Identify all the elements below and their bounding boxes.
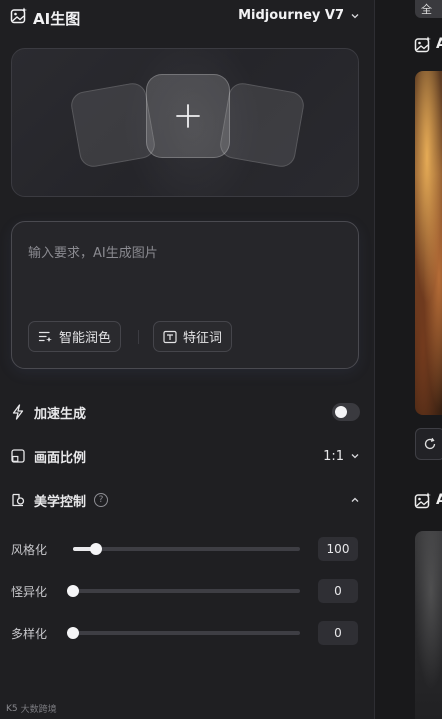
polish-icon [38, 331, 52, 342]
feature-words-button[interactable]: 特征词 [153, 321, 233, 352]
slider-label: 风格化 [11, 543, 48, 557]
image-upload-area[interactable] [11, 48, 359, 197]
panel-header: AI生图 Midjourney V7 [10, 6, 360, 30]
chevron-up-icon [351, 497, 359, 502]
aesthetic-control-label: 美学控制 [34, 494, 87, 510]
aesthetic-control-row[interactable]: 美学控制 ? [10, 489, 360, 511]
toggle-knob [335, 406, 347, 418]
prompt-placeholder: 输入要求，AI生成图片 [28, 246, 158, 261]
chip-divider [138, 330, 139, 344]
speed-up-label: 加速生成 [34, 406, 87, 422]
chevron-down-icon [351, 454, 359, 459]
stylize-slider-row: 风格化 100 [11, 537, 359, 561]
watermark-logo: K5 [6, 703, 18, 714]
image-ai-icon [414, 36, 432, 58]
slider-label: 怪异化 [11, 585, 48, 599]
speed-up-toggle[interactable] [332, 403, 360, 421]
aesthetic-collapse-toggle[interactable] [344, 495, 360, 505]
lightning-icon [12, 404, 24, 420]
prompt-input[interactable]: 输入要求，AI生成图片 智能润色 特征词 [11, 221, 359, 369]
generator-panel: AI生图 Midjourney V7 输入要求，AI生成图片 智能润色 特征词 … [0, 0, 374, 719]
watermark: K5 大数跨境 [6, 702, 57, 716]
generated-image[interactable] [415, 71, 442, 415]
page-title: AI生图 [33, 9, 81, 28]
model-select-value: Midjourney V7 [238, 8, 344, 23]
model-select[interactable]: Midjourney V7 [238, 8, 360, 23]
regenerate-button[interactable] [415, 428, 442, 460]
slider-thumb[interactable] [89, 543, 102, 555]
slider-thumb[interactable] [67, 585, 79, 597]
aspect-ratio-row: 画面比例 1:1 [10, 445, 360, 467]
image-ai-icon [414, 492, 432, 514]
feature-words-label: 特征词 [183, 331, 223, 346]
slider-thumb[interactable] [67, 627, 79, 639]
aspect-ratio-select[interactable]: 1:1 [323, 449, 360, 464]
results-panel: 全 A A [375, 0, 442, 719]
upload-card-left [68, 80, 158, 170]
refresh-icon [424, 437, 436, 450]
slider-track[interactable] [67, 627, 300, 639]
generated-image[interactable] [415, 531, 442, 719]
aspect-ratio-value: 1:1 [323, 448, 344, 464]
result-heading: A [436, 36, 442, 52]
palette-icon [12, 493, 25, 507]
slider-value-input[interactable]: 0 [318, 579, 358, 603]
result-heading: A [436, 492, 442, 508]
filter-button[interactable]: 全 [415, 0, 442, 18]
upload-card-right [217, 80, 307, 170]
slider-value-input[interactable]: 100 [318, 537, 358, 561]
watermark-text: 大数跨境 [20, 705, 57, 715]
smart-polish-button[interactable]: 智能润色 [28, 321, 122, 352]
speed-up-row: 加速生成 [10, 401, 360, 423]
help-icon[interactable]: ? [94, 493, 109, 507]
text-box-icon [163, 330, 177, 343]
slider-track[interactable] [67, 585, 300, 597]
aspect-ratio-icon [11, 449, 25, 463]
chevron-down-icon [351, 13, 359, 18]
slider-track[interactable] [73, 543, 300, 555]
variety-slider-row: 多样化 0 [11, 621, 359, 645]
toggle-track [332, 403, 360, 421]
aspect-ratio-label: 画面比例 [34, 450, 87, 466]
slider-value-input[interactable]: 0 [318, 621, 358, 645]
slider-label: 多样化 [11, 627, 48, 641]
upload-add-button[interactable] [146, 74, 230, 158]
image-ai-icon [10, 7, 28, 29]
smart-polish-label: 智能润色 [59, 331, 112, 346]
plus-icon [176, 104, 200, 128]
weird-slider-row: 怪异化 0 [11, 579, 359, 603]
